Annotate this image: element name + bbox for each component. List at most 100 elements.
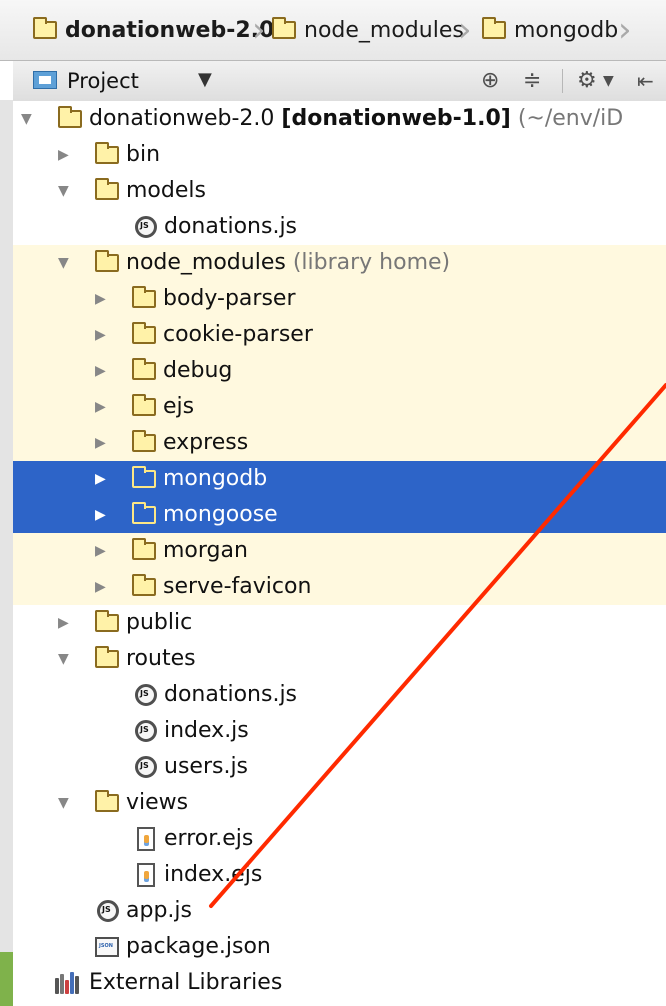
- collapsed-arrow-icon[interactable]: ▶: [95, 425, 113, 461]
- tree-row-mongoose[interactable]: ▶ mongoose: [13, 497, 666, 533]
- tree-label-node-modules: node_modules (library home): [126, 245, 450, 281]
- gear-icon[interactable]: ⚙: [577, 66, 597, 96]
- tree-label-public: public: [126, 610, 193, 635]
- tree-row-views-error[interactable]: error.ejs: [13, 821, 666, 857]
- breadcrumb-item-node-modules[interactable]: node_modules: [272, 0, 464, 60]
- tree-label-serve-favicon: serve-favicon: [163, 574, 312, 599]
- tree-row-express[interactable]: ▶ express: [13, 425, 666, 461]
- ejs-file-icon: [137, 827, 155, 851]
- javascript-file-icon: [97, 900, 119, 922]
- collapsed-arrow-icon[interactable]: ▶: [95, 569, 113, 605]
- collapse-all-icon[interactable]: ≑: [523, 66, 541, 96]
- collapsed-arrow-icon[interactable]: ▶: [58, 137, 76, 173]
- tree-label-cookie-parser: cookie-parser: [163, 322, 313, 347]
- target-icon[interactable]: ⊕: [481, 66, 499, 96]
- collapsed-arrow-icon[interactable]: ▶: [95, 533, 113, 569]
- hide-panel-icon[interactable]: ⇤: [637, 66, 654, 96]
- breadcrumb-separator-icon: ›: [618, 10, 632, 50]
- breadcrumb: donationweb-2.0 › node_modules › mongodb…: [0, 0, 666, 61]
- tree-row-serve-favicon[interactable]: ▶ serve-favicon: [13, 569, 666, 605]
- tree-row-models-donations[interactable]: donations.js: [13, 209, 666, 245]
- breadcrumb-label-node-modules: node_modules: [304, 17, 464, 43]
- tree-label-models: models: [126, 178, 206, 203]
- tree-label-views: views: [126, 790, 189, 815]
- tree-label-express: express: [163, 430, 249, 455]
- tree-row-app-js[interactable]: app.js: [13, 893, 666, 929]
- collapsed-arrow-icon[interactable]: ▶: [95, 353, 113, 389]
- tree-row-views[interactable]: ▼ views: [13, 785, 666, 821]
- tree-label-body-parser: body-parser: [163, 286, 296, 311]
- tree-row-routes-users[interactable]: users.js: [13, 749, 666, 785]
- ejs-file-icon: [137, 863, 155, 887]
- gear-chevron-icon[interactable]: ▼: [603, 66, 614, 96]
- collapsed-arrow-icon[interactable]: ▶: [95, 461, 113, 497]
- collapsed-arrow-icon[interactable]: ▶: [95, 317, 113, 353]
- tree-label-views-error: error.ejs: [164, 826, 254, 851]
- tree-label-mongoose: mongoose: [163, 502, 278, 527]
- folder-icon: [132, 502, 156, 524]
- folder-icon: [132, 466, 156, 488]
- expanded-arrow-icon[interactable]: ▼: [58, 785, 76, 821]
- tree-row-debug[interactable]: ▶ debug: [13, 353, 666, 389]
- breadcrumb-label-mongodb: mongodb: [514, 17, 619, 43]
- breadcrumb-separator-icon: ›: [252, 10, 266, 50]
- javascript-file-icon: [135, 720, 157, 742]
- tree-row-mongodb[interactable]: ▶ mongodb: [13, 461, 666, 497]
- tree-label-app-js: app.js: [126, 898, 192, 923]
- tree-label-routes-donations: donations.js: [164, 682, 298, 707]
- expanded-arrow-icon[interactable]: ▼: [58, 641, 76, 677]
- tree-row-bin[interactable]: ▶ bin: [13, 137, 666, 173]
- tree-label-package-json: package.json: [126, 934, 271, 959]
- breadcrumb-item-donationweb[interactable]: donationweb-2.0: [33, 0, 274, 60]
- folder-icon: [95, 790, 119, 812]
- project-tree: ▼ donationweb-2.0 [donationweb-1.0] (~/e…: [13, 101, 666, 1006]
- node-modules-name: node_modules: [126, 250, 286, 275]
- expanded-arrow-icon[interactable]: ▼: [58, 245, 76, 281]
- library-home-note: (library home): [292, 250, 451, 275]
- tree-row-cookie-parser[interactable]: ▶ cookie-parser: [13, 317, 666, 353]
- javascript-file-icon: [135, 756, 157, 778]
- folder-icon: [95, 142, 119, 164]
- chevron-down-icon[interactable]: ▼: [198, 69, 212, 90]
- tree-row-models[interactable]: ▼ models: [13, 173, 666, 209]
- root-path: (~/env/iD: [517, 106, 624, 131]
- breadcrumb-label-donationweb: donationweb-2.0: [65, 17, 275, 43]
- tree-row-external-libraries[interactable]: External Libraries: [13, 965, 666, 1001]
- tree-row-public[interactable]: ▶ public: [13, 605, 666, 641]
- folder-icon: [132, 358, 156, 380]
- project-view-selector[interactable]: Project: [67, 67, 139, 95]
- tree-row-body-parser[interactable]: ▶ body-parser: [13, 281, 666, 317]
- tree-label-mongodb: mongodb: [163, 466, 268, 491]
- tree-row-ejs[interactable]: ▶ ejs: [13, 389, 666, 425]
- tree-row-routes-index[interactable]: index.js: [13, 713, 666, 749]
- tree-label-models-donations: donations.js: [164, 214, 298, 239]
- tree-label-bin: bin: [126, 142, 161, 167]
- json-file-icon: [95, 937, 119, 957]
- collapsed-arrow-icon[interactable]: ▶: [58, 605, 76, 641]
- tree-label-views-index: index.ejs: [164, 862, 263, 887]
- collapsed-arrow-icon[interactable]: ▶: [95, 497, 113, 533]
- collapsed-arrow-icon[interactable]: ▶: [95, 389, 113, 425]
- tree-row-routes[interactable]: ▼ routes: [13, 641, 666, 677]
- project-view-icon: [33, 71, 57, 89]
- tree-row-morgan[interactable]: ▶ morgan: [13, 533, 666, 569]
- tree-row-routes-donations[interactable]: donations.js: [13, 677, 666, 713]
- javascript-file-icon: [135, 216, 157, 238]
- tree-label-morgan: morgan: [163, 538, 248, 563]
- tree-row-root[interactable]: ▼ donationweb-2.0 [donationweb-1.0] (~/e…: [13, 101, 666, 137]
- left-tool-strip: [0, 100, 14, 960]
- folder-icon: [132, 394, 156, 416]
- expanded-arrow-icon[interactable]: ▼: [58, 173, 76, 209]
- folder-icon: [132, 286, 156, 308]
- tree-row-views-index[interactable]: index.ejs: [13, 857, 666, 893]
- folder-icon: [272, 17, 296, 39]
- javascript-file-icon: [135, 684, 157, 706]
- tree-row-package-json[interactable]: package.json: [13, 929, 666, 965]
- breadcrumb-item-mongodb[interactable]: mongodb: [482, 0, 618, 60]
- project-tool-window: donationweb-2.0 › node_modules › mongodb…: [0, 0, 666, 1006]
- tree-label-external-libraries: External Libraries: [89, 970, 283, 995]
- external-libraries-icon: [55, 972, 81, 994]
- tree-row-node-modules[interactable]: ▼ node_modules (library home): [13, 245, 666, 281]
- collapsed-arrow-icon[interactable]: ▶: [95, 281, 113, 317]
- expanded-arrow-icon[interactable]: ▼: [21, 101, 39, 137]
